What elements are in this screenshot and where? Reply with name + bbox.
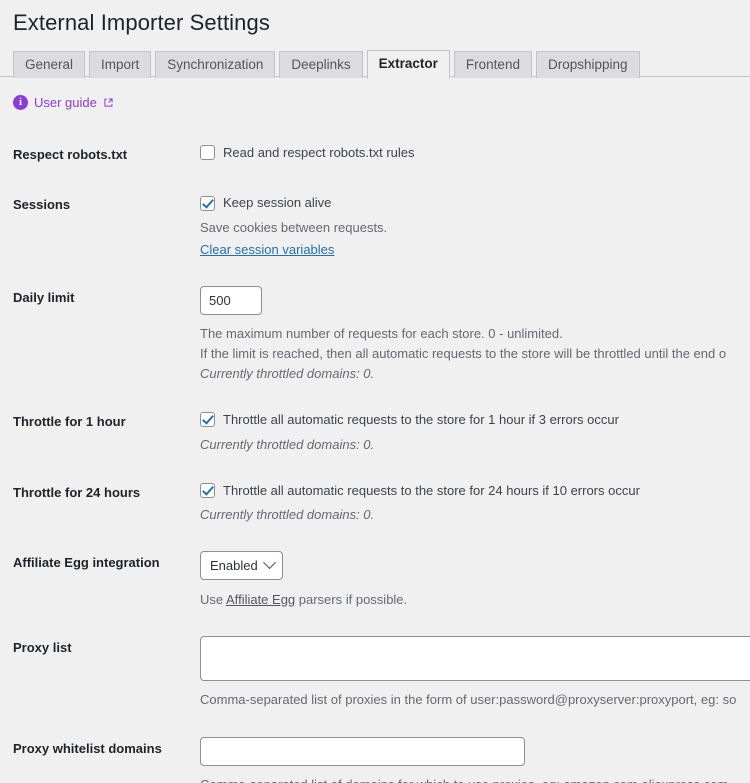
throttle-24-hours-checkbox-line[interactable]: Throttle all automatic requests to the s…: [200, 481, 750, 501]
row-daily-limit: Daily limit The maximum number of reques…: [0, 273, 750, 397]
row-affiliate-egg: Affiliate Egg integration Enabled Use Af…: [0, 538, 750, 623]
settings-form-table: Respect robots.txt Read and respect robo…: [0, 130, 750, 783]
tab-nav: General Import Synchronization Deeplinks…: [13, 49, 750, 79]
clear-session-variables-link[interactable]: Clear session variables: [200, 242, 334, 257]
field-proxy-whitelist: Comma-separated list of domains for whic…: [200, 724, 750, 783]
tab-bar: General Import Synchronization Deeplinks…: [0, 48, 750, 79]
field-proxy-list: Comma-separated list of proxies in the f…: [200, 623, 750, 723]
affiliate-egg-desc-after: parsers if possible.: [295, 592, 408, 608]
row-proxy-list: Proxy list Comma-separated list of proxi…: [0, 623, 750, 723]
tab-dropshipping[interactable]: Dropshipping: [535, 50, 640, 78]
user-guide-row: i User guide: [0, 77, 750, 113]
field-throttle-24-hours: Throttle all automatic requests to the s…: [200, 468, 750, 539]
affiliate-egg-select[interactable]: Enabled: [200, 551, 283, 581]
proxy-whitelist-input[interactable]: [200, 736, 525, 766]
label-throttle-24-hours: Throttle for 24 hours: [13, 484, 141, 500]
user-guide-link[interactable]: User guide: [34, 95, 97, 110]
tab-frontend[interactable]: Frontend: [453, 50, 532, 78]
label-throttle-1-hour: Throttle for 1 hour: [13, 414, 126, 430]
daily-limit-description-2: If the limit is reached, then all automa…: [200, 345, 727, 361]
throttle-24-hours-throttled-domains: Currently throttled domains: 0.: [200, 507, 375, 523]
external-link-icon: [104, 94, 113, 112]
settings-page: External Importer Settings General Impor…: [0, 0, 750, 783]
label-sessions: Sessions: [13, 197, 71, 213]
throttle-1-hour-checkbox-line[interactable]: Throttle all automatic requests to the s…: [200, 410, 750, 430]
throttle-1-hour-checkbox[interactable]: [200, 412, 215, 428]
keep-session-alive-checkbox-label[interactable]: Keep session alive: [223, 193, 331, 213]
sessions-description: Save cookies between requests.: [200, 219, 388, 235]
daily-limit-description-1: The maximum number of requests for each …: [200, 325, 563, 341]
keep-session-alive-checkbox-line[interactable]: Keep session alive: [200, 193, 750, 213]
proxy-whitelist-description: Comma-separated list of domains for whic…: [200, 775, 750, 783]
page-title: External Importer Settings: [13, 10, 270, 35]
daily-limit-input[interactable]: [200, 285, 262, 315]
label-respect-robots: Respect robots.txt: [13, 146, 128, 162]
respect-robots-checkbox[interactable]: [200, 144, 215, 160]
affiliate-egg-description: Use Affiliate Egg parsers if possible.: [200, 590, 750, 610]
info-circle-icon: i: [13, 95, 28, 111]
label-proxy-whitelist: Proxy whitelist domains: [13, 740, 162, 756]
throttle-1-hour-checkbox-label[interactable]: Throttle all automatic requests to the s…: [223, 410, 619, 430]
row-throttle-1-hour: Throttle for 1 hour Throttle all automat…: [0, 397, 750, 468]
throttle-24-hours-checkbox-label[interactable]: Throttle all automatic requests to the s…: [223, 481, 640, 501]
label-affiliate-egg: Affiliate Egg integration: [13, 555, 160, 571]
row-throttle-24-hours: Throttle for 24 hours Throttle all autom…: [0, 468, 750, 539]
tab-extractor[interactable]: Extractor: [366, 49, 450, 79]
row-sessions: Sessions Keep session alive Save cookies…: [0, 180, 750, 272]
throttle-24-hours-checkbox[interactable]: [200, 482, 215, 498]
respect-robots-checkbox-line[interactable]: Read and respect robots.txt rules: [200, 143, 750, 163]
field-sessions: Keep session alive Save cookies between …: [200, 180, 750, 272]
throttle-1-hour-throttled-domains: Currently throttled domains: 0.: [200, 436, 375, 452]
keep-session-alive-checkbox[interactable]: [200, 195, 215, 211]
tab-deeplinks[interactable]: Deeplinks: [279, 50, 363, 78]
clear-session-variables-row: Clear session variables: [200, 240, 750, 260]
field-daily-limit: The maximum number of requests for each …: [200, 273, 750, 397]
row-proxy-whitelist: Proxy whitelist domains Comma-separated …: [0, 724, 750, 783]
tab-synchronization[interactable]: Synchronization: [155, 50, 276, 78]
field-affiliate-egg: Enabled Use Affiliate Egg parsers if pos…: [200, 538, 750, 623]
daily-limit-throttled-domains: Currently throttled domains: 0.: [200, 365, 375, 381]
tab-import[interactable]: Import: [89, 50, 152, 78]
label-proxy-list: Proxy list: [13, 640, 72, 656]
chevron-down-icon: [263, 556, 276, 570]
affiliate-egg-desc-before: Use: [200, 592, 227, 608]
affiliate-egg-select-value: Enabled: [210, 558, 258, 574]
respect-robots-checkbox-label[interactable]: Read and respect robots.txt rules: [223, 143, 415, 163]
label-daily-limit: Daily limit: [13, 289, 75, 305]
field-respect-robots: Read and respect robots.txt rules: [200, 130, 750, 181]
tab-general[interactable]: General: [13, 50, 86, 78]
row-respect-robots: Respect robots.txt Read and respect robo…: [0, 130, 750, 181]
proxy-list-description: Comma-separated list of proxies in the f…: [200, 692, 737, 708]
proxy-list-textarea[interactable]: [200, 636, 750, 682]
field-throttle-1-hour: Throttle all automatic requests to the s…: [200, 397, 750, 468]
affiliate-egg-link[interactable]: Affiliate Egg: [226, 592, 295, 607]
